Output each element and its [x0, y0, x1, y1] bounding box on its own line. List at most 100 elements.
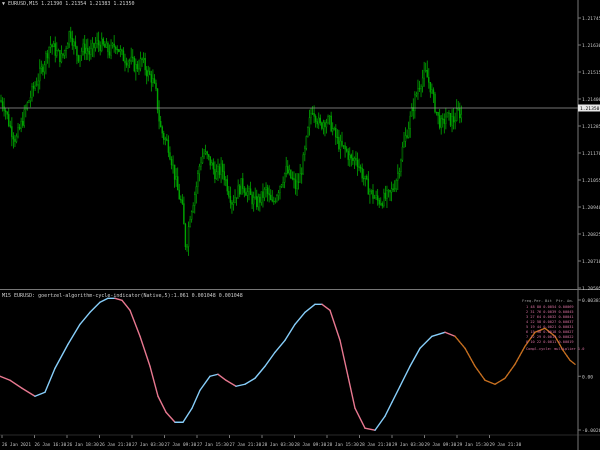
candle — [161, 125, 163, 138]
collapse-triangle-icon[interactable]: ▼ — [2, 1, 5, 7]
candle-body — [347, 150, 349, 160]
candle-body — [376, 195, 379, 201]
candle-body — [395, 180, 397, 190]
candle — [384, 185, 387, 202]
candle-body — [110, 44, 112, 56]
candle — [83, 35, 86, 60]
candle — [361, 163, 363, 183]
candle-body — [352, 157, 354, 161]
candle-body — [29, 97, 32, 102]
candle — [0, 94, 2, 103]
candle-body — [291, 177, 294, 179]
candle-body — [260, 191, 263, 203]
candle-body — [263, 189, 266, 198]
candle — [290, 169, 292, 180]
candle — [34, 81, 36, 91]
candle-body — [332, 128, 334, 132]
candle — [212, 158, 215, 175]
candle — [421, 69, 424, 93]
candle — [375, 190, 377, 201]
candle-body — [215, 171, 218, 180]
candle — [435, 111, 438, 116]
candle-body — [373, 197, 376, 199]
candle-body — [420, 86, 422, 89]
candle — [364, 175, 366, 187]
candle — [201, 148, 204, 164]
candle — [190, 210, 193, 223]
candle — [122, 47, 125, 62]
candle — [246, 184, 249, 203]
candle-body — [313, 113, 315, 117]
candle — [324, 120, 326, 137]
wave-segment — [149, 365, 159, 397]
wave-segment — [254, 365, 266, 379]
candle-body — [26, 102, 29, 109]
candle — [274, 197, 277, 204]
candle — [445, 107, 447, 130]
wave-segment — [321, 303, 331, 311]
candle — [194, 191, 196, 214]
candle-body — [404, 135, 407, 142]
candle-body — [121, 49, 123, 52]
candle — [141, 57, 143, 67]
candle-body — [311, 113, 314, 115]
candle-body — [15, 135, 18, 142]
candle — [3, 97, 5, 117]
candle-body — [181, 199, 184, 204]
candle — [135, 58, 137, 81]
candle-body — [114, 46, 117, 50]
candle — [156, 88, 159, 114]
candle-body — [85, 47, 87, 54]
candle-body — [425, 70, 427, 72]
candle-body — [302, 154, 304, 175]
candle-body — [147, 70, 149, 77]
candle — [338, 129, 340, 153]
candle — [311, 106, 314, 116]
candle-body — [330, 115, 332, 132]
candle-body — [190, 211, 193, 220]
candle — [280, 184, 283, 189]
candle-body — [96, 40, 98, 44]
candle — [291, 171, 294, 181]
candle-body — [49, 44, 52, 48]
candle-body — [102, 38, 105, 45]
candle-body — [71, 37, 74, 46]
candle-body — [359, 166, 362, 169]
candle — [238, 184, 241, 198]
wave-segment — [9, 379, 23, 389]
candle — [395, 178, 397, 193]
candle — [211, 159, 213, 166]
indicator-chart[interactable]: 0.003814 0.00 -0.002688 Freq.Per.Bit Ptr.Am.… — [0, 290, 600, 450]
candle — [170, 156, 173, 170]
candle-body — [65, 48, 67, 51]
candle — [252, 191, 255, 212]
candle — [355, 151, 357, 166]
candle — [394, 180, 396, 192]
candle-body — [457, 108, 459, 110]
candle-body — [456, 108, 458, 121]
candle — [387, 189, 390, 198]
candle — [251, 191, 253, 210]
candle-body — [232, 202, 235, 205]
candle — [438, 108, 441, 130]
candle — [344, 142, 346, 158]
candle — [352, 150, 354, 165]
candle — [54, 36, 56, 63]
time-tick-label: 29 Jan 15:30 — [457, 442, 489, 448]
candle — [62, 53, 64, 59]
legend-row: 2 31 76 0.0039 0.00045 — [526, 310, 574, 314]
candle — [229, 186, 232, 209]
candle — [225, 176, 227, 187]
candle — [18, 124, 21, 131]
candle — [214, 161, 216, 184]
candle — [91, 37, 94, 58]
ohlc-values: 1.21390 1.21354 1.21383 1.21350 — [41, 1, 135, 7]
candle — [316, 118, 318, 129]
candle — [90, 39, 92, 60]
wave-segment — [347, 375, 356, 409]
candle — [176, 167, 179, 191]
candle-body — [234, 197, 236, 203]
price-chart[interactable]: 1.21745 1.21630 1.21515 1.21400 1.21285 1.211… — [0, 0, 600, 290]
candle-body — [144, 58, 146, 71]
trading-chart[interactable]: 1.21745 1.21630 1.21515 1.21400 1.21285 1.211… — [0, 0, 600, 450]
